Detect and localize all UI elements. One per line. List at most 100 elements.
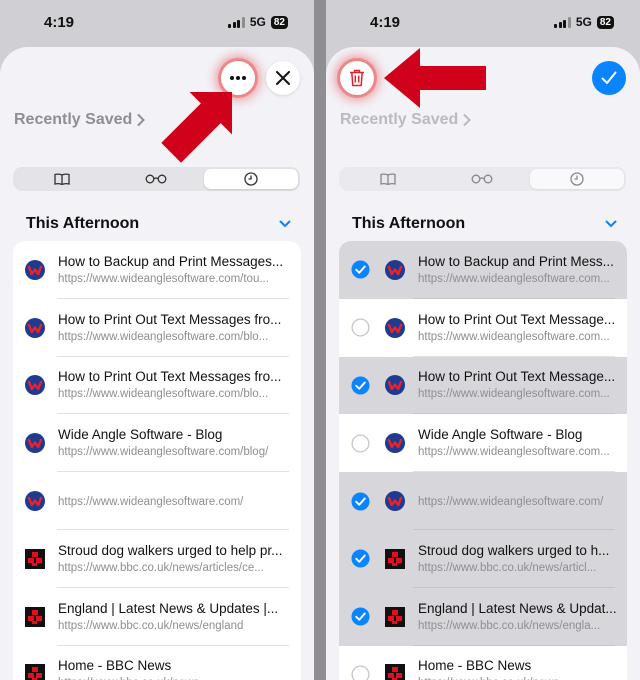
list-item[interactable]: Stroud dog walkers urged to h... https://…: [339, 529, 627, 588]
wideangle-favicon-icon: [385, 491, 405, 512]
checkbox-unchecked-icon[interactable]: [339, 665, 373, 680]
divider: [314, 0, 326, 680]
wideangle-favicon-icon: [25, 491, 45, 512]
item-url: https://www.wideanglesoftware.com/blog/: [58, 446, 269, 459]
network-type: 5G: [249, 15, 266, 29]
item-title: Home - BBC News: [418, 658, 532, 674]
phone-screen-edit-mode: 4:19 5G 82 Recently Saved This Afternoon…: [326, 0, 640, 680]
status-time: 4:19: [44, 14, 75, 31]
list-item[interactable]: Stroud dog walkers urged to help pr... ht…: [13, 530, 301, 588]
list-item[interactable]: Wide Angle Software - Blog https://www.wi…: [13, 414, 301, 473]
item-title: How to Print Out Text Message...: [418, 369, 616, 385]
item-url: https://www.wideanglesoftware.com...: [418, 446, 610, 459]
done-button[interactable]: [592, 61, 626, 95]
delete-button[interactable]: [340, 61, 374, 95]
checkbox-checked-icon[interactable]: [339, 260, 373, 279]
section-header[interactable]: This Afternoon: [26, 215, 291, 233]
signal-icon: [228, 16, 245, 28]
list-item[interactable]: How to Backup and Print Messages... https…: [13, 241, 301, 299]
recently-saved-link: Recently Saved: [340, 111, 472, 129]
checkbox-unchecked-icon[interactable]: [339, 434, 373, 453]
item-url: https://www.wideanglesoftware.com/blo...: [58, 388, 269, 401]
item-url: https://www.bbc.co.uk/news: [418, 676, 618, 680]
list-item[interactable]: How to Print Out Text Messages fro... htt…: [13, 357, 301, 415]
item-url: https://www.wideanglesoftware.com...: [418, 272, 610, 285]
item-title: England | Latest News & Updat...: [418, 600, 617, 616]
item-title: Wide Angle Software - Blog: [418, 427, 583, 443]
checkbox-checked-icon[interactable]: [339, 376, 373, 395]
list-item[interactable]: Home - BBC News https://www.bbc.co.uk/new…: [13, 646, 301, 680]
item-title: England | Latest News & Updates |...: [58, 600, 279, 616]
checkbox-unchecked-icon[interactable]: [339, 318, 373, 337]
glasses-icon: [472, 174, 493, 184]
list-item[interactable]: How to Print Out Text Message... https://…: [339, 299, 627, 357]
close-button[interactable]: [266, 61, 300, 95]
list-item[interactable]: How to Print Out Text Messages fro... htt…: [13, 299, 301, 357]
battery-indicator: 82: [596, 15, 614, 29]
network-type: 5G: [575, 15, 592, 29]
chevron-down-icon: [605, 220, 617, 228]
tab-history: [529, 169, 624, 189]
checkbox-checked-icon[interactable]: [339, 492, 373, 511]
item-title: Home - BBC News: [58, 658, 172, 674]
section-title: This Afternoon: [352, 215, 466, 232]
ellipsis-icon: [230, 76, 246, 80]
item-url: https://www.bbc.co.uk/news/articl...: [418, 561, 597, 574]
wideangle-favicon-icon: [25, 259, 45, 280]
checkmark-icon: [601, 71, 617, 84]
bbc-favicon-icon: [25, 548, 45, 569]
recently-saved-label: Recently Saved: [14, 111, 133, 128]
section-title: This Afternoon: [26, 215, 140, 232]
book-icon: [54, 173, 70, 185]
list-item[interactable]: https://www.wideanglesoftware.com/: [13, 472, 301, 530]
item-title: How to Backup and Print Mess...: [418, 253, 614, 269]
bbc-favicon-icon: [25, 664, 45, 680]
list-item[interactable]: How to Backup and Print Mess... https://w…: [339, 241, 627, 299]
item-url: https://www.bbc.co.uk/news/articles/ce..…: [58, 561, 264, 574]
item-title: How to Backup and Print Messages...: [58, 253, 284, 269]
section-header[interactable]: This Afternoon: [352, 215, 617, 233]
bbc-favicon-icon: [385, 664, 405, 680]
list-item[interactable]: Wide Angle Software - Blog https://www.wi…: [339, 414, 627, 473]
history-list-edit: How to Backup and Print Mess... https://w…: [339, 241, 627, 680]
item-url: https://www.bbc.co.uk/news: [58, 676, 285, 680]
checkbox-checked-icon[interactable]: [339, 549, 373, 568]
item-url: https://www.wideanglesoftware.com/: [58, 495, 244, 508]
screenshot-comparison: 4:19 5G 82 Recently Saved This Afternoon…: [0, 0, 640, 680]
list-item[interactable]: England | Latest News & Updates |... http…: [13, 588, 301, 646]
close-icon: [276, 71, 290, 85]
reading-list-sheet: Recently Saved This Afternoon How to Bac…: [326, 47, 640, 680]
wideangle-favicon-icon: [25, 317, 45, 338]
recently-saved-link[interactable]: Recently Saved: [14, 111, 146, 129]
wideangle-favicon-icon: [385, 259, 405, 280]
wideangle-favicon-icon: [385, 317, 405, 338]
item-url: https://www.bbc.co.uk/news/england: [58, 619, 244, 632]
tab-reading-list: [435, 169, 529, 189]
item-title: How to Print Out Text Message...: [418, 311, 616, 327]
list-item[interactable]: https://www.wideanglesoftware.com/: [339, 472, 627, 530]
wideangle-favicon-icon: [25, 375, 45, 396]
signal-icon: [554, 16, 571, 28]
book-icon: [380, 173, 396, 185]
bbc-favicon-icon: [385, 548, 405, 569]
checkbox-checked-icon[interactable]: [339, 607, 373, 626]
tab-bookmarks[interactable]: [15, 169, 109, 189]
item-title: Wide Angle Software - Blog: [58, 427, 223, 443]
annotation-arrow-icon: [384, 48, 486, 108]
list-item[interactable]: England | Latest News & Updat... https://…: [339, 587, 627, 646]
battery-indicator: 82: [270, 15, 288, 29]
phone-screen-normal: 4:19 5G 82 Recently Saved This Afternoon…: [0, 0, 314, 680]
tab-bookmarks: [341, 169, 435, 189]
bbc-favicon-icon: [25, 606, 45, 627]
item-title: Stroud dog walkers urged to help pr...: [58, 542, 283, 558]
recently-saved-label: Recently Saved: [340, 111, 459, 128]
wideangle-favicon-icon: [25, 433, 45, 454]
clock-icon: [570, 172, 584, 186]
item-url: https://www.bbc.co.uk/news/engla...: [418, 619, 601, 632]
history-list: How to Backup and Print Messages... https…: [13, 241, 301, 680]
item-url: https://www.wideanglesoftware.com...: [418, 388, 610, 401]
list-item[interactable]: How to Print Out Text Message... https://…: [339, 356, 627, 415]
item-url: https://www.wideanglesoftware.com...: [418, 330, 610, 343]
list-item[interactable]: Home - BBC News https://www.bbc.co.uk/new…: [339, 646, 627, 680]
item-title: Stroud dog walkers urged to h...: [418, 542, 610, 558]
